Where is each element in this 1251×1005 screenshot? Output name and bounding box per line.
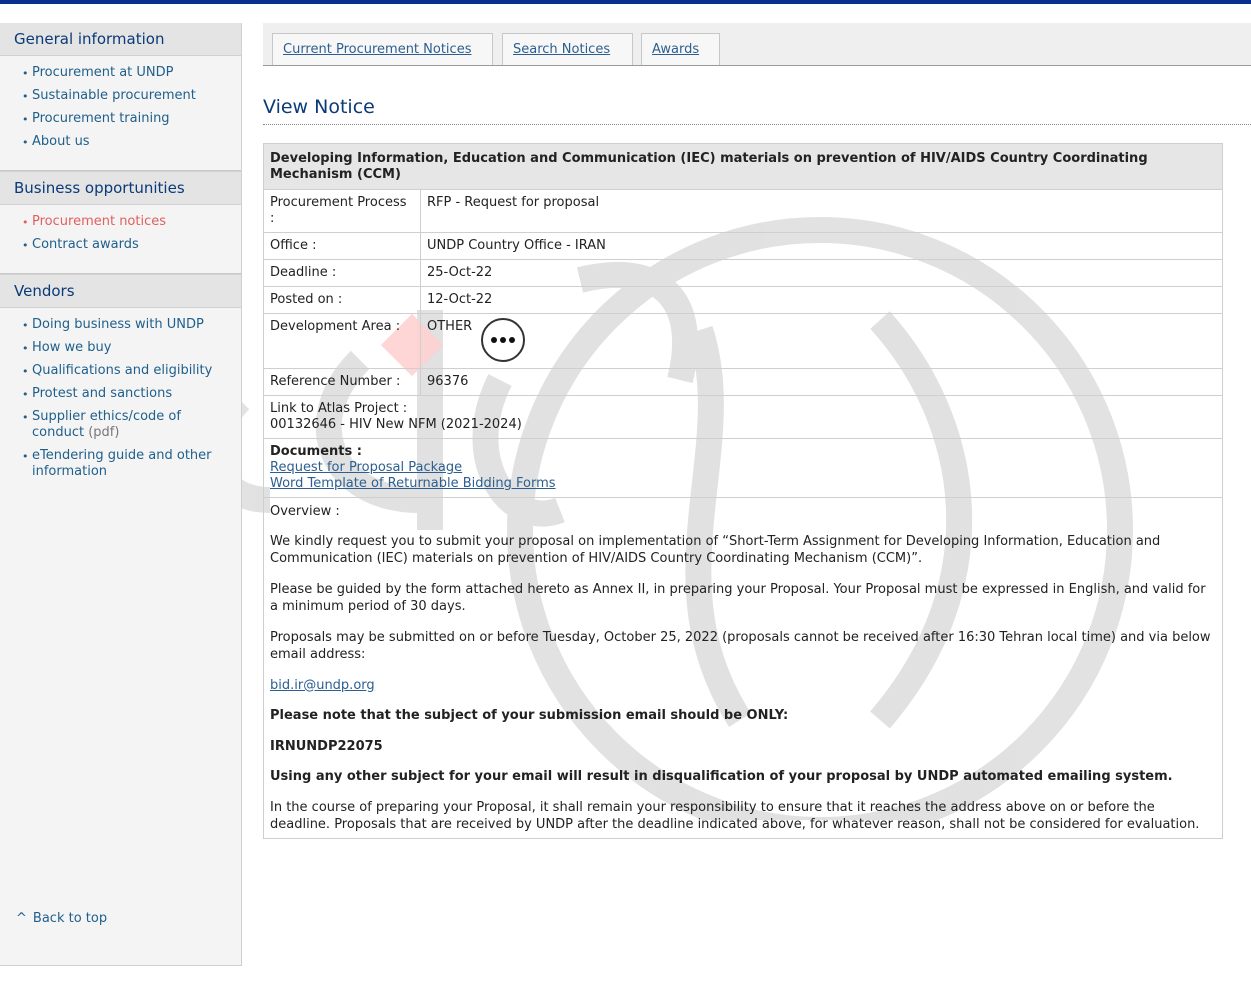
email-paragraph: bid.ir@undp.org <box>270 677 1216 695</box>
sidebar-item-procurement-training[interactable]: • Procurement training <box>0 108 241 131</box>
field-value: RFP - Request for proposal <box>427 195 600 210</box>
row-office: Office : UNDP Country Office - IRAN <box>264 233 1222 260</box>
overview-paragraph: We kindly request you to submit your pro… <box>270 533 1161 567</box>
sidebar-list-general: • Procurement at UNDP • Sustainable procur… <box>0 56 241 170</box>
tab-bar: Current Procurement Notices Search Notic… <box>263 23 1251 66</box>
field-label: Reference Number : <box>264 369 421 395</box>
top-accent-bar <box>0 0 1251 4</box>
sidebar-item-how-we-buy[interactable]: • How we buy <box>0 337 241 360</box>
sidebar-heading-general: General information <box>0 23 241 56</box>
bullet-icon: • <box>22 67 29 80</box>
field-label: Development Area : <box>264 314 421 368</box>
bullet-icon: • <box>22 216 29 229</box>
pdf-suffix: (pdf) <box>88 425 120 440</box>
sidebar-heading-vendors: Vendors <box>0 274 241 308</box>
overview-section: Overview : We kindly request you to subm… <box>264 498 1222 838</box>
tab-awards[interactable]: Awards <box>641 33 720 65</box>
bullet-icon: • <box>22 239 29 252</box>
field-label: Deadline : <box>264 260 421 286</box>
bullet-icon: • <box>22 411 29 424</box>
sidebar-list-business: • Procurement notices • Contract awards <box>0 205 241 273</box>
row-procurement-process: Procurement Process : RFP - Request for … <box>264 190 1222 233</box>
row-posted-on: Posted on : 12-Oct-22 <box>264 287 1222 314</box>
atlas-label: Link to Atlas Project : <box>270 401 408 416</box>
more-options-button[interactable] <box>481 318 525 362</box>
email-subject-code: IRNUNDP22075 <box>270 738 383 754</box>
bullet-icon: • <box>22 319 29 332</box>
bullet-icon: • <box>22 388 29 401</box>
bullet-icon: • <box>22 450 29 463</box>
row-reference-number: Reference Number : 96376 <box>264 369 1222 396</box>
sidebar-item-sustainable-procurement[interactable]: • Sustainable procurement <box>0 85 241 108</box>
bullet-icon: • <box>22 365 29 378</box>
row-development-area: Development Area : OTHER <box>264 314 1222 369</box>
overview-label: Overview : <box>270 504 340 519</box>
ellipsis-icon <box>500 337 506 343</box>
sidebar-item-procurement-at-undp[interactable]: • Procurement at UNDP <box>0 62 241 85</box>
document-link-rfp-package[interactable]: Request for Proposal Package <box>270 460 1216 476</box>
sidebar-item-procurement-notices[interactable]: • Procurement notices <box>0 211 241 234</box>
bullet-icon: • <box>22 90 29 103</box>
sidebar-item-protest-sanctions[interactable]: • Protest and sanctions <box>0 383 241 406</box>
sidebar-item-supplier-ethics[interactable]: • Supplier ethics/code of conduct (pdf) <box>0 406 241 445</box>
sidebar-item-contract-awards[interactable]: • Contract awards <box>0 234 241 257</box>
ellipsis-icon <box>491 337 497 343</box>
field-label: Posted on : <box>264 287 421 313</box>
overview-paragraph: Please be guided by the form attached he… <box>270 581 1206 615</box>
sidebar-item-about-us[interactable]: • About us <box>0 131 241 154</box>
email-link[interactable]: bid.ir@undp.org <box>270 678 375 693</box>
sidebar-item-etendering-guide[interactable]: • eTendering guide and other information <box>0 445 241 484</box>
notice-table: Developing Information, Education and Co… <box>263 143 1223 839</box>
title-divider <box>263 124 1251 125</box>
tab-current-procurement-notices[interactable]: Current Procurement Notices <box>272 33 493 65</box>
notice-title: Developing Information, Education and Co… <box>264 144 1222 190</box>
overview-paragraph: In the course of preparing your Proposal… <box>270 799 1200 833</box>
atlas-value: 00132646 - HIV New NFM (2021-2024) <box>270 417 522 432</box>
overview-paragraph: Please note that the subject of your sub… <box>270 708 789 723</box>
field-label: Procurement Process : <box>264 190 421 232</box>
page-title: View Notice <box>263 96 375 118</box>
sidebar-list-vendors: • Doing business with UNDP • How we buy • Q… <box>0 308 241 500</box>
back-to-top-link[interactable]: ^ Back to top <box>16 911 113 926</box>
tab-search-notices[interactable]: Search Notices <box>502 33 633 65</box>
ellipsis-icon <box>509 337 515 343</box>
bullet-icon: • <box>22 136 29 149</box>
row-deadline: Deadline : 25-Oct-22 <box>264 260 1222 287</box>
development-area-cell: OTHER <box>421 314 1222 368</box>
field-value: 12-Oct-22 <box>427 292 493 307</box>
sidebar: General information • Procurement at UNDP… <box>0 23 242 966</box>
bullet-icon: • <box>22 113 29 126</box>
overview-paragraph: Using any other subject for your email w… <box>270 769 1173 784</box>
row-documents: Documents : Request for Proposal Package… <box>264 439 1222 498</box>
overview-paragraph: Proposals may be submitted on or before … <box>270 629 1211 663</box>
caret-up-icon: ^ <box>16 911 27 926</box>
field-value: UNDP Country Office - IRAN <box>427 238 606 253</box>
field-value: OTHER <box>427 319 473 334</box>
sidebar-item-qualifications[interactable]: • Qualifications and eligibility <box>0 360 241 383</box>
field-value: 96376 <box>427 374 469 389</box>
documents-label: Documents : <box>270 444 362 459</box>
sidebar-heading-business: Business opportunities <box>0 171 241 205</box>
field-value: 25-Oct-22 <box>427 265 493 280</box>
row-atlas-project: Link to Atlas Project : 00132646 - HIV N… <box>264 396 1222 439</box>
field-label: Office : <box>264 233 421 259</box>
sidebar-item-doing-business[interactable]: • Doing business with UNDP <box>0 314 241 337</box>
document-link-word-template[interactable]: Word Template of Returnable Bidding Form… <box>270 476 1216 492</box>
bullet-icon: • <box>22 342 29 355</box>
